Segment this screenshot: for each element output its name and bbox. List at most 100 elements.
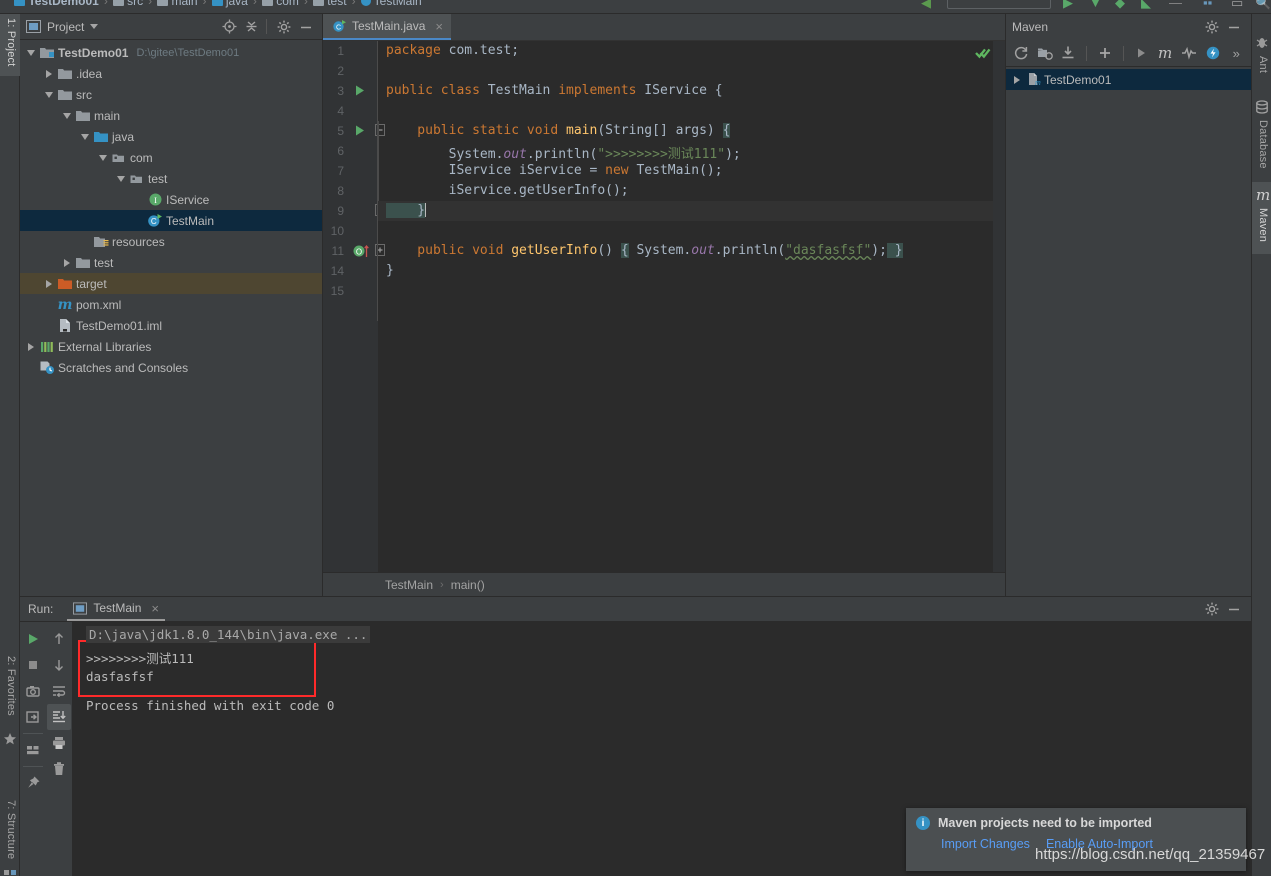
project-structure-icon[interactable]: ▭ (1231, 0, 1243, 11)
sidebar-item-favorites[interactable]: 2: Favorites (0, 652, 20, 728)
expand-arrow-icon[interactable] (96, 154, 110, 161)
collapse-all-icon[interactable] (241, 17, 261, 37)
print-icon[interactable] (47, 730, 71, 756)
tree-node-scratches-and-consoles[interactable]: Scratches and Consoles (20, 357, 322, 378)
expand-arrow-icon[interactable] (24, 49, 38, 56)
sidebar-item-structure[interactable]: 7: Structure (0, 796, 20, 868)
more-icon[interactable]: » (1225, 42, 1247, 64)
scroll-to-end-icon[interactable] (47, 704, 71, 730)
breadcrumb-class[interactable]: TestMain (385, 578, 433, 592)
layout-settings-icon[interactable] (21, 737, 45, 763)
gear-icon[interactable] (1201, 16, 1223, 38)
project-tree[interactable]: TestDemo01 D:\gitee\TestDemo01 .idea src mai… (20, 40, 322, 596)
breadcrumb[interactable]: TestDemo01 › src › main › java › com › test › … (14, 0, 422, 8)
clear-all-icon[interactable] (47, 756, 71, 782)
editor-breadcrumb[interactable]: TestMain › main() (323, 572, 1005, 596)
search-icon[interactable]: 🔍 (1255, 0, 1271, 11)
locate-icon[interactable] (219, 17, 239, 37)
download-sources-icon[interactable] (1057, 42, 1079, 64)
execute-maven-goal-icon[interactable]: m (1154, 42, 1176, 64)
code-content[interactable]: package com.test; public class TestMain i… (377, 41, 1005, 572)
code-line[interactable]: public static void main(String[] args) { (386, 123, 731, 138)
tree-node-pom-xml[interactable]: m pom.xml (20, 294, 322, 315)
tree-node-src[interactable]: src (20, 84, 322, 105)
breadcrumb-item-java[interactable]: java (211, 0, 248, 8)
code-line[interactable]: package com.test; (386, 43, 519, 58)
minimize-icon[interactable] (1223, 598, 1245, 620)
gear-icon[interactable] (274, 17, 294, 37)
breadcrumb-item-src[interactable]: src (112, 0, 143, 8)
up-icon[interactable] (47, 626, 71, 652)
main-toolbar-strip[interactable]: ◀ ▶ ▼ ◆ ◣ — ▪▪ ▭ 🔍 (911, 0, 1271, 14)
close-icon[interactable]: × (151, 601, 159, 616)
editor-marker-bar[interactable] (975, 41, 1005, 572)
run-coverage-icon[interactable]: ◆ (1115, 0, 1125, 11)
expand-arrow-icon[interactable] (78, 133, 92, 140)
breadcrumb-item-com[interactable]: com (261, 0, 299, 8)
sidebar-item-maven[interactable]: Maven (1252, 204, 1271, 252)
expand-arrow-icon[interactable] (42, 69, 56, 78)
code-line[interactable]: } (386, 203, 427, 218)
run-configuration-selector[interactable] (947, 0, 1051, 9)
breadcrumb-method[interactable]: main() (451, 578, 485, 592)
layout-icon[interactable]: ▪▪ (1203, 0, 1212, 10)
tree-node-target[interactable]: target (20, 273, 322, 294)
run-icon[interactable]: ▶ (1063, 0, 1073, 11)
run-toolbars[interactable] (20, 622, 72, 876)
tree-node-test[interactable]: test (20, 168, 322, 189)
tree-node-testdemo01[interactable]: TestDemo01 D:\gitee\TestDemo01 (20, 42, 322, 63)
expand-arrow-icon[interactable] (42, 279, 56, 288)
gear-icon[interactable] (1201, 598, 1223, 620)
tree-node-resources[interactable]: resources (20, 231, 322, 252)
generate-sources-icon[interactable] (1034, 42, 1056, 64)
sidebar-item-database[interactable]: Database (1252, 116, 1271, 176)
breadcrumb-item-test[interactable]: test (312, 0, 347, 8)
editor-body[interactable]: 1 2 3 4 5 6 7 8 9 10 11 14 15 O package com.test; publ… (323, 41, 1005, 572)
stop-icon[interactable]: — (1169, 0, 1182, 10)
expand-arrow-icon[interactable] (114, 175, 128, 182)
tree-node--idea[interactable]: .idea (20, 63, 322, 84)
breadcrumb-item-main[interactable]: main (157, 0, 198, 8)
tree-node-main[interactable]: main (20, 105, 322, 126)
dump-threads-icon[interactable] (21, 678, 45, 704)
stop-icon[interactable] (21, 652, 45, 678)
toggle-skip-tests-icon[interactable] (1178, 42, 1200, 64)
run-right-toolbar[interactable] (46, 622, 72, 876)
code-line[interactable]: iService.getUserInfo(); (386, 183, 629, 198)
left-tool-window-bar[interactable]: 1: Project 2: Favorites 7: Structure (0, 14, 20, 876)
code-line[interactable]: } (386, 263, 394, 278)
import-changes-link[interactable]: Import Changes (941, 837, 1030, 851)
maven-toolbar[interactable]: m » (1006, 40, 1251, 67)
tree-node-test[interactable]: test (20, 252, 322, 273)
maven-project-row[interactable]: m TestDemo01 (1006, 69, 1251, 90)
code-line[interactable]: System.out.println(">>>>>>>>测试111"); (386, 143, 741, 162)
run-tab-testmain[interactable]: TestMain × (67, 597, 165, 621)
tree-node-testmain[interactable]: C TestMain (20, 210, 322, 231)
toggle-offline-icon[interactable] (1202, 42, 1224, 64)
expand-arrow-icon[interactable] (24, 342, 38, 351)
inspection-ok-icon[interactable] (975, 46, 991, 60)
editor-tab-testmain[interactable]: C TestMain.java × (323, 14, 451, 40)
close-icon[interactable]: × (435, 19, 443, 34)
soft-wrap-icon[interactable] (47, 678, 71, 704)
code-line[interactable]: public class TestMain implements IServic… (386, 83, 723, 98)
down-icon[interactable] (47, 652, 71, 678)
expand-arrow-icon[interactable] (1010, 75, 1024, 84)
run-icon[interactable] (1131, 42, 1153, 64)
expand-arrow-icon[interactable] (60, 258, 74, 267)
minimize-icon[interactable] (296, 17, 316, 37)
tree-node-iservice[interactable]: I IService (20, 189, 322, 210)
tree-node-testdemo01-iml[interactable]: TestDemo01.iml (20, 315, 322, 336)
minimize-icon[interactable] (1223, 16, 1245, 38)
chevron-down-icon[interactable] (90, 24, 99, 29)
maven-projects-tree[interactable]: m TestDemo01 (1006, 67, 1251, 596)
editor-tab-bar[interactable]: C TestMain.java × (323, 14, 1005, 41)
right-tool-window-bar[interactable]: Ant Database m Maven (1251, 14, 1271, 876)
rerun-icon[interactable] (21, 626, 45, 652)
debug-icon[interactable]: ▼ (1089, 0, 1102, 10)
sidebar-item-ant[interactable]: Ant (1252, 52, 1271, 86)
back-icon[interactable]: ◀ (921, 0, 931, 11)
breadcrumb-item-testmain[interactable]: TestMain (360, 0, 422, 8)
code-line[interactable]: public void getUserInfo() { System.out.p… (386, 243, 903, 258)
breadcrumb-item-testdemo01[interactable]: TestDemo01 (14, 0, 99, 8)
